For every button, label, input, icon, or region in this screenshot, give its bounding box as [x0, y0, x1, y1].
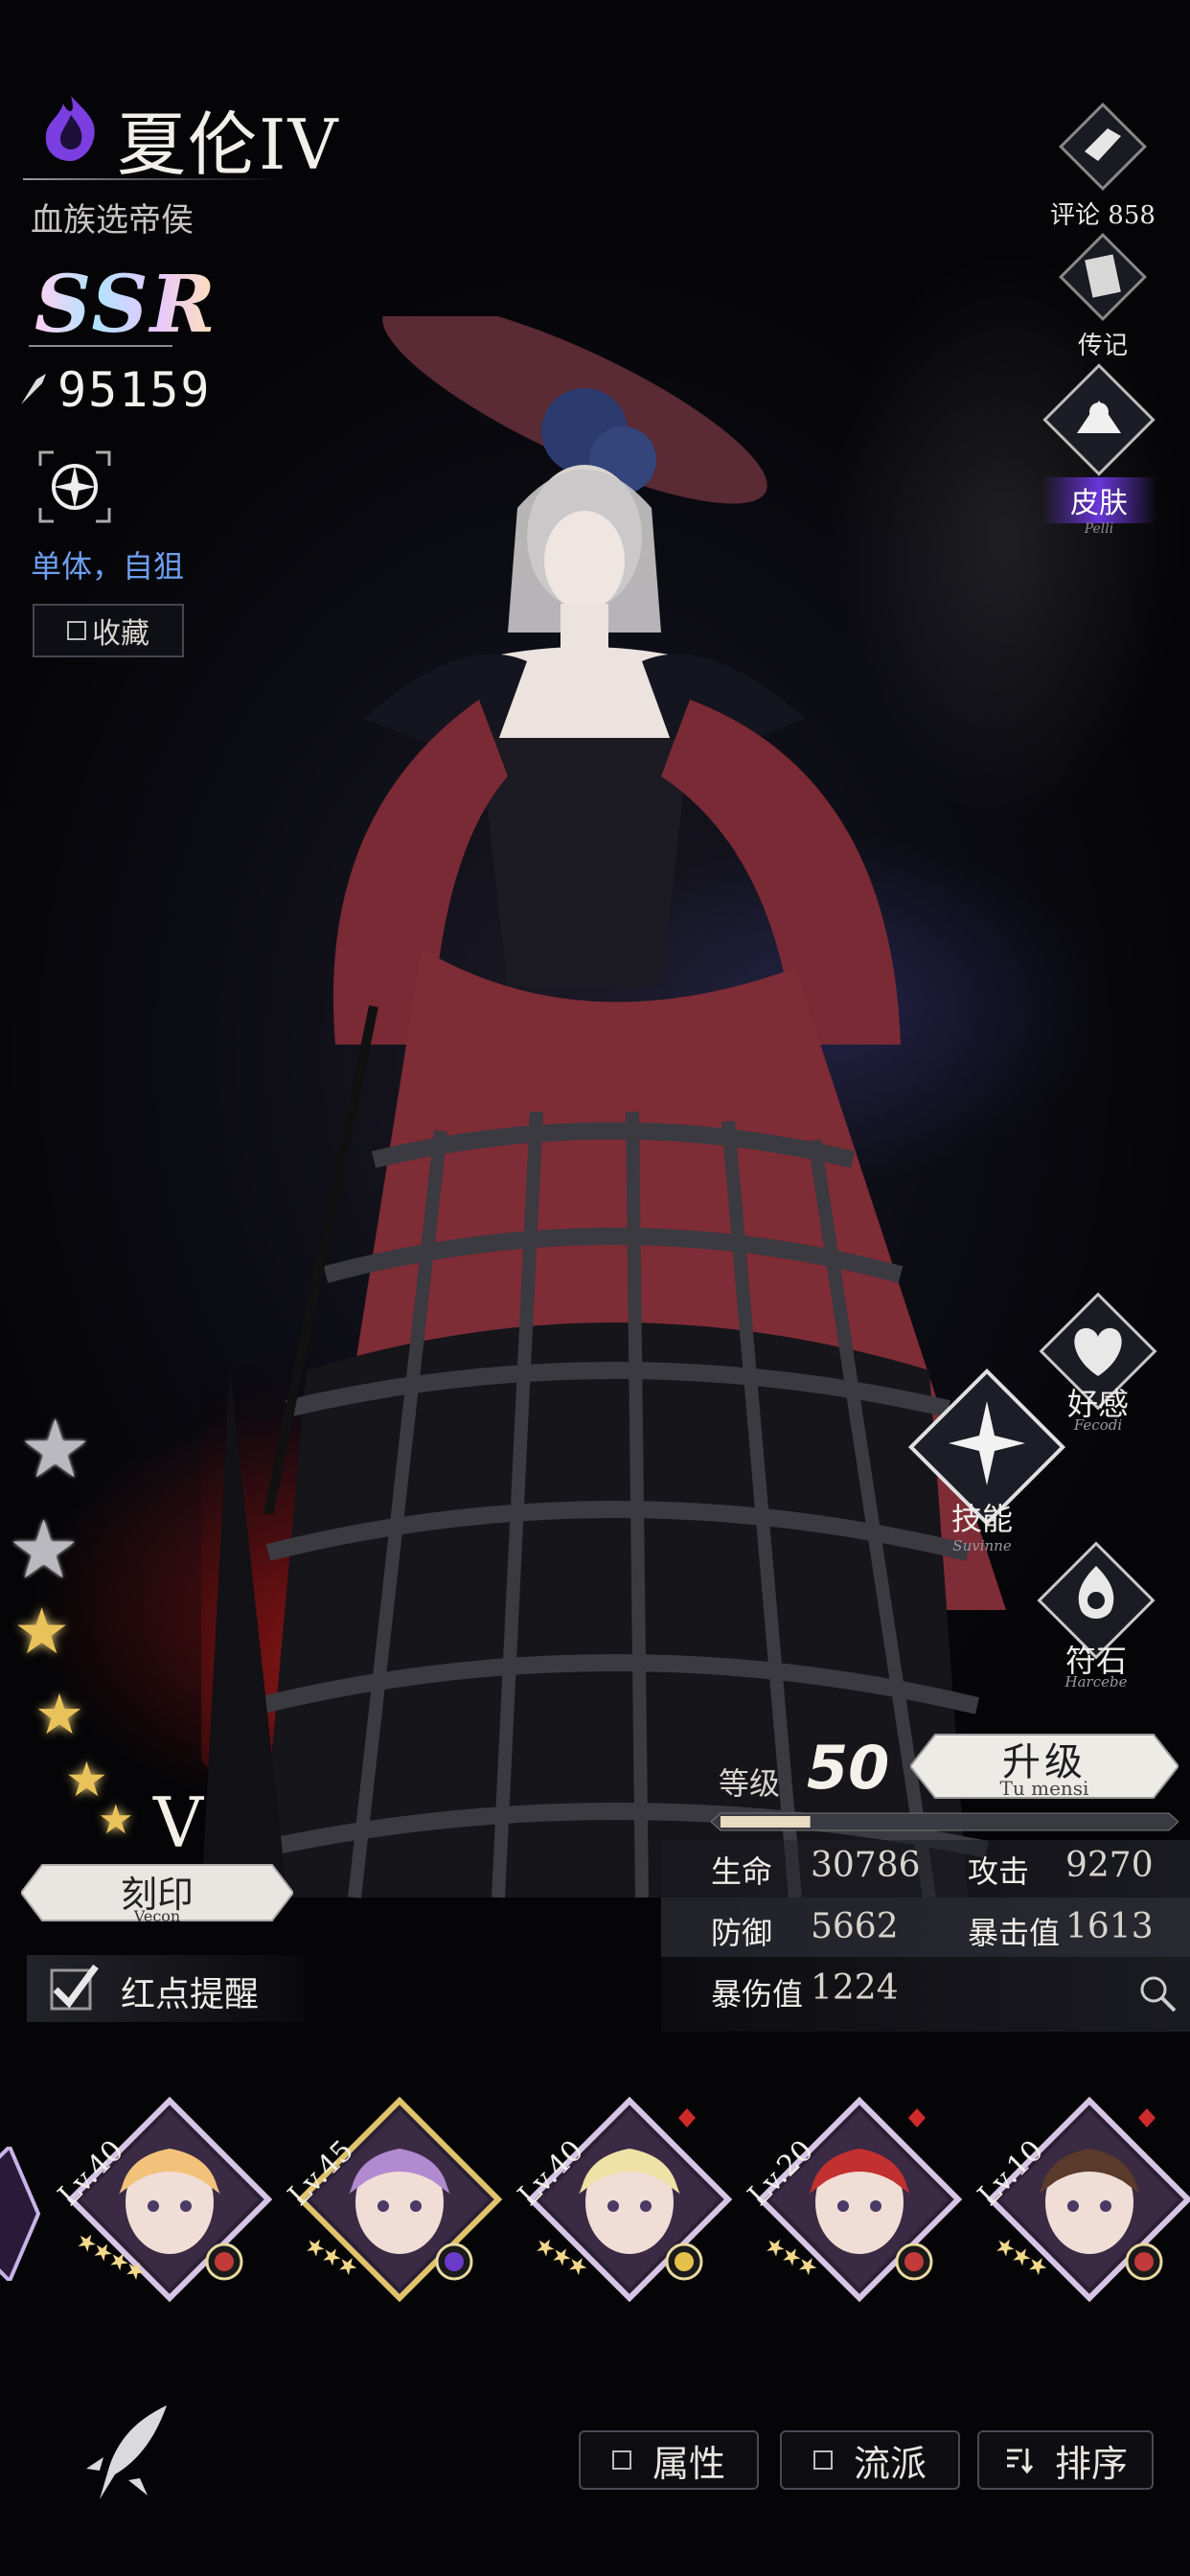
- hp-value: 30786: [811, 1846, 921, 1885]
- character-portrait: [986, 2096, 1190, 2303]
- roster-card[interactable]: Lv.45 ★★★: [282, 2089, 510, 2310]
- defense-label: 防御: [711, 1915, 773, 1951]
- imprint-rank: V: [153, 1782, 203, 1863]
- rarity-divider: [29, 345, 172, 347]
- imprint-star-icon: ★: [8, 1503, 80, 1597]
- crit-label: 暴击值: [968, 1915, 1061, 1951]
- skin-sub-label: Pelli: [1084, 521, 1114, 537]
- attribute-checkbox-icon: [611, 2450, 631, 2470]
- rune-button[interactable]: 符石 Harcebe: [1019, 1524, 1173, 1690]
- collect-checkbox-icon: [67, 621, 86, 640]
- upgrade-sub-label: Tu mensi: [999, 1777, 1089, 1800]
- power-icon: [21, 374, 46, 404]
- sort-label: 排序: [1054, 2442, 1128, 2485]
- attack-label: 攻击: [968, 1853, 1030, 1890]
- biography-label: 传记: [1077, 332, 1128, 360]
- character-name: 夏伦IV: [117, 104, 340, 185]
- collect-button[interactable]: 收藏: [33, 604, 184, 657]
- faction-checkbox-icon: [812, 2450, 833, 2470]
- faction-flame-icon: [45, 96, 95, 161]
- character-title: 血族选帝侯: [31, 201, 194, 240]
- sort-button[interactable]: 排序: [977, 2430, 1154, 2490]
- level-value: 50: [807, 1733, 890, 1803]
- skin-icon: [1042, 363, 1156, 476]
- crit-damage-value: 1224: [811, 1968, 899, 2008]
- target-type: 单体，自狙: [31, 548, 185, 585]
- imprint-star-icon: ★: [98, 1796, 134, 1843]
- target-icon: [38, 450, 111, 523]
- crit-value: 1613: [1065, 1907, 1154, 1946]
- roster-card[interactable]: Lv.40 ★★★★: [52, 2089, 280, 2310]
- crit-damage-label: 暴伤值: [711, 1976, 804, 2012]
- attribute-filter-label: 属性: [652, 2442, 725, 2485]
- character-portrait: [526, 2096, 733, 2303]
- biography-icon: [1059, 233, 1147, 321]
- roster-card[interactable]: Lv.40 ★★★: [512, 2089, 740, 2310]
- skin-label: 皮肤: [1041, 477, 1156, 523]
- character-illustration: [201, 316, 1006, 1899]
- comments-icon: [1059, 103, 1147, 191]
- check-icon[interactable]: [42, 1959, 102, 2018]
- faction-filter-button[interactable]: 流派: [780, 2430, 960, 2490]
- imprint-star-icon: ★: [13, 1595, 71, 1668]
- collect-label: 收藏: [92, 617, 149, 651]
- skill-button[interactable]: 技能 Suvinne: [891, 1351, 1083, 1554]
- level-label: 等级: [719, 1765, 781, 1802]
- imprint-star-icon: ★: [34, 1682, 84, 1747]
- hp-label: 生命: [711, 1853, 773, 1890]
- character-roster: Lv.40 ★★★★ Lv.45 ★★★ Lv.40 ★★★ Lv.20 ★★★ Lv.10 ★★…: [0, 2089, 1190, 2319]
- experience-bar: [711, 1812, 1179, 1831]
- back-feather-icon[interactable]: [80, 2400, 176, 2505]
- attribute-filter-button[interactable]: 属性: [579, 2430, 759, 2490]
- roster-card[interactable]: Lv.10 ★★★: [972, 2089, 1190, 2310]
- rarity-badge: SSR: [34, 259, 217, 351]
- imprint-sub-label: Vecon: [133, 1907, 181, 1925]
- roster-card[interactable]: Lv.20 ★★★: [742, 2089, 970, 2310]
- character-portrait: [756, 2096, 963, 2303]
- combat-power: 95159: [57, 362, 212, 418]
- search-icon[interactable]: [1136, 1972, 1179, 2014]
- faction-filter-label: 流派: [853, 2442, 927, 2485]
- biography-button[interactable]: 传记: [1041, 224, 1165, 361]
- title-divider: [23, 178, 282, 180]
- defense-value: 5662: [811, 1907, 899, 1946]
- skin-button[interactable]: 皮肤 Pelli: [1018, 362, 1180, 537]
- red-dot-reminder-label: 红点提醒: [121, 1975, 260, 2014]
- character-portrait: [66, 2096, 273, 2303]
- sort-icon: [1006, 2449, 1034, 2474]
- rune-sub-label: Harcebe: [1064, 1673, 1128, 1690]
- attack-value: 9270: [1065, 1846, 1154, 1885]
- imprint-star-icon: ★: [19, 1402, 92, 1496]
- character-portrait: [296, 2096, 503, 2303]
- comments-button[interactable]: 评论 858: [1041, 94, 1165, 231]
